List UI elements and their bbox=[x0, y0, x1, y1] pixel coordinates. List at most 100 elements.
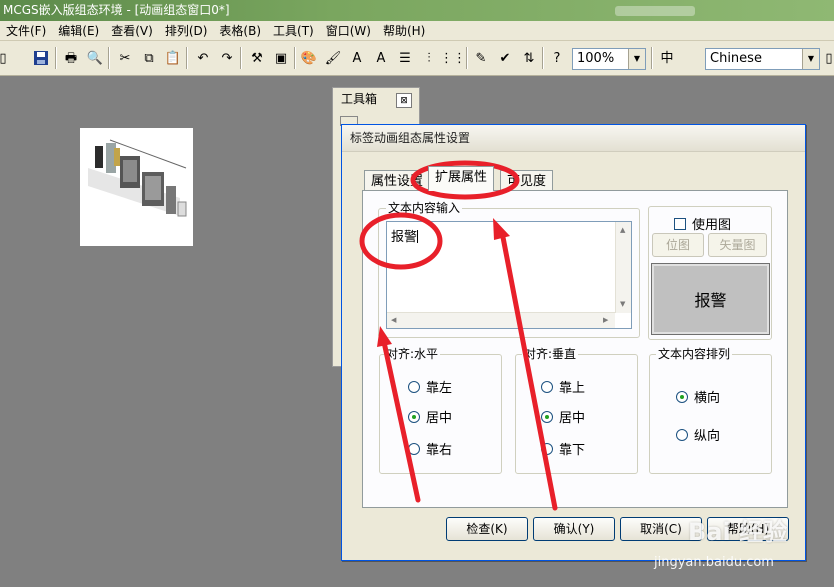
radio-dot[interactable] bbox=[541, 380, 553, 393]
chevron-down-icon[interactable]: ▼ bbox=[628, 49, 645, 69]
halign-center-radio[interactable]: 居中 bbox=[408, 407, 452, 426]
watermark-brand: Bai 经验 bbox=[688, 518, 788, 546]
bitmap-button[interactable]: 位图 bbox=[652, 233, 704, 257]
vertical-scrollbar[interactable]: ▲ ▼ bbox=[615, 222, 631, 313]
radio-dot-selected[interactable] bbox=[541, 410, 553, 423]
font-icon[interactable]: A bbox=[346, 47, 368, 69]
radio-dot-selected[interactable] bbox=[408, 410, 420, 423]
language-value: Chinese bbox=[710, 51, 762, 66]
grid-icon[interactable]: ⋮⋮ bbox=[440, 47, 466, 69]
redo-icon[interactable]: ↷ bbox=[216, 47, 238, 69]
dialog-title: 标签动画组态属性设置 bbox=[342, 125, 805, 152]
radio-dot[interactable] bbox=[541, 442, 553, 455]
checkbox-box[interactable] bbox=[674, 217, 686, 230]
menu-help[interactable]: 帮助(H) bbox=[377, 21, 431, 41]
text-content-input[interactable]: 报警 ▲ ▼ ◀ ▶ bbox=[386, 221, 632, 329]
fill-color-icon[interactable]: 🖌 bbox=[322, 47, 344, 69]
chevron-down-icon[interactable]: ▼ bbox=[802, 49, 819, 69]
text-content-value: 报警 bbox=[391, 230, 418, 245]
halign-right-radio[interactable]: 靠右 bbox=[408, 439, 452, 458]
print-preview-icon[interactable]: 🔍 bbox=[84, 47, 106, 69]
radio-dot[interactable] bbox=[676, 428, 688, 441]
app-title: MCGS嵌入版组态环境 - [动画组态窗口0*] bbox=[3, 3, 230, 17]
valign-top-radio[interactable]: 靠上 bbox=[541, 377, 585, 396]
menu-window[interactable]: 窗口(W) bbox=[320, 21, 377, 41]
toolbar-overflow-icon[interactable]: ▯ bbox=[824, 47, 834, 69]
toolbar-separator bbox=[108, 47, 110, 69]
tools-icon[interactable]: ⚒ bbox=[246, 47, 268, 69]
baidu-watermark: Bai 经验 jingyan.baidu.com bbox=[652, 498, 832, 586]
halign-right-label: 靠右 bbox=[426, 443, 453, 458]
line-style-icon[interactable]: ☰ bbox=[394, 47, 416, 69]
menu-edit[interactable]: 编辑(E) bbox=[52, 21, 105, 41]
radio-dot[interactable] bbox=[408, 442, 420, 455]
new-file-icon[interactable]: ▯ bbox=[0, 47, 14, 69]
radio-dot[interactable] bbox=[408, 380, 420, 393]
text-orientation-legend: 文本内容排列 bbox=[656, 347, 733, 361]
toolbar-separator bbox=[186, 47, 188, 69]
toolbar-separator bbox=[240, 47, 242, 69]
sort-icon[interactable]: ⇅ bbox=[518, 47, 540, 69]
toolbar-separator bbox=[466, 47, 468, 69]
halign-left-label: 靠左 bbox=[426, 381, 453, 396]
toolbar-separator bbox=[542, 47, 544, 69]
copy-icon[interactable]: ⧉ bbox=[138, 47, 160, 69]
language-select[interactable]: Chinese ▼ bbox=[705, 48, 820, 70]
menu-arrange[interactable]: 排列(D) bbox=[159, 21, 214, 41]
toolbar-separator bbox=[294, 47, 296, 69]
app-title-bar: MCGS嵌入版组态环境 - [动画组态窗口0*] bbox=[0, 0, 834, 21]
text-orientation-group bbox=[649, 354, 772, 474]
valign-middle-radio[interactable]: 居中 bbox=[541, 407, 585, 426]
print-icon[interactable]: 🖶 bbox=[60, 47, 82, 69]
valign-top-label: 靠上 bbox=[559, 381, 586, 396]
menu-table[interactable]: 表格(B) bbox=[213, 21, 267, 41]
scroll-down-icon[interactable]: ▼ bbox=[620, 300, 625, 308]
orient-vertical-radio[interactable]: 纵向 bbox=[676, 425, 720, 444]
language-icon[interactable]: 中 bbox=[656, 47, 678, 69]
horizontal-scrollbar[interactable]: ◀ ▶ bbox=[387, 312, 615, 328]
frame-icon[interactable]: ▣ bbox=[270, 47, 292, 69]
menu-file[interactable]: 文件(F) bbox=[0, 21, 52, 41]
align-icon[interactable]: ⫶ bbox=[418, 47, 440, 69]
valign-middle-label: 居中 bbox=[559, 411, 586, 426]
menu-view[interactable]: 查看(V) bbox=[105, 21, 159, 41]
vector-image-button[interactable]: 矢量图 bbox=[708, 233, 767, 257]
radio-dot-selected[interactable] bbox=[676, 390, 688, 403]
font-color-icon[interactable]: A bbox=[370, 47, 392, 69]
scroll-left-icon[interactable]: ◀ bbox=[391, 316, 396, 324]
use-image-checkbox[interactable]: 使用图 bbox=[674, 214, 731, 233]
save-icon[interactable] bbox=[30, 47, 52, 69]
halign-left-radio[interactable]: 靠左 bbox=[408, 377, 452, 396]
undo-icon[interactable]: ↶ bbox=[192, 47, 214, 69]
blurred-title-region bbox=[615, 6, 695, 16]
vertical-align-legend: 对齐:垂直 bbox=[522, 347, 579, 361]
paste-icon[interactable]: 📋 bbox=[162, 47, 184, 69]
palette-icon[interactable]: 🎨 bbox=[298, 47, 320, 69]
help-pointer-icon[interactable]: ? bbox=[546, 47, 568, 69]
cut-icon[interactable]: ✂ bbox=[114, 47, 136, 69]
canvas-device-image[interactable] bbox=[80, 128, 193, 246]
orient-horizontal-radio[interactable]: 横向 bbox=[676, 387, 720, 406]
text-caret bbox=[417, 230, 419, 243]
tab-visibility[interactable]: 可见度 bbox=[500, 170, 554, 192]
toolbox-close-button[interactable]: ⊠ bbox=[396, 93, 412, 108]
tab-properties[interactable]: 属性设置 bbox=[364, 170, 431, 192]
scroll-right-icon[interactable]: ▶ bbox=[603, 316, 608, 324]
main-toolbar: ▯ 🖶 🔍 ✂ ⧉ 📋 ↶ ↷ ⚒ ▣ 🎨 🖌 A A ☰ ⫶ ⋮⋮ ✎ ✔ ⇅… bbox=[0, 41, 834, 76]
menu-tools[interactable]: 工具(T) bbox=[267, 21, 320, 41]
valign-bottom-radio[interactable]: 靠下 bbox=[541, 439, 585, 458]
use-image-label: 使用图 bbox=[692, 218, 732, 233]
text-content-legend: 文本内容输入 bbox=[386, 201, 463, 215]
scroll-up-icon[interactable]: ▲ bbox=[620, 226, 625, 234]
confirm-button[interactable]: 确认(Y) bbox=[533, 517, 615, 541]
properties-icon[interactable]: ✎ bbox=[470, 47, 492, 69]
menu-bar: 文件(F) 编辑(E) 查看(V) 排列(D) 表格(B) 工具(T) 窗口(W… bbox=[0, 21, 834, 41]
watermark-url: jingyan.baidu.com bbox=[654, 555, 774, 570]
orient-vertical-label: 纵向 bbox=[694, 429, 721, 444]
zoom-select[interactable]: 100% ▼ bbox=[572, 48, 646, 70]
valign-bottom-label: 靠下 bbox=[559, 443, 586, 458]
halign-center-label: 居中 bbox=[426, 411, 453, 426]
tab-extended-properties[interactable]: 扩展属性 bbox=[428, 166, 495, 191]
check-icon[interactable]: ✔ bbox=[494, 47, 516, 69]
check-button[interactable]: 检查(K) bbox=[446, 517, 528, 541]
